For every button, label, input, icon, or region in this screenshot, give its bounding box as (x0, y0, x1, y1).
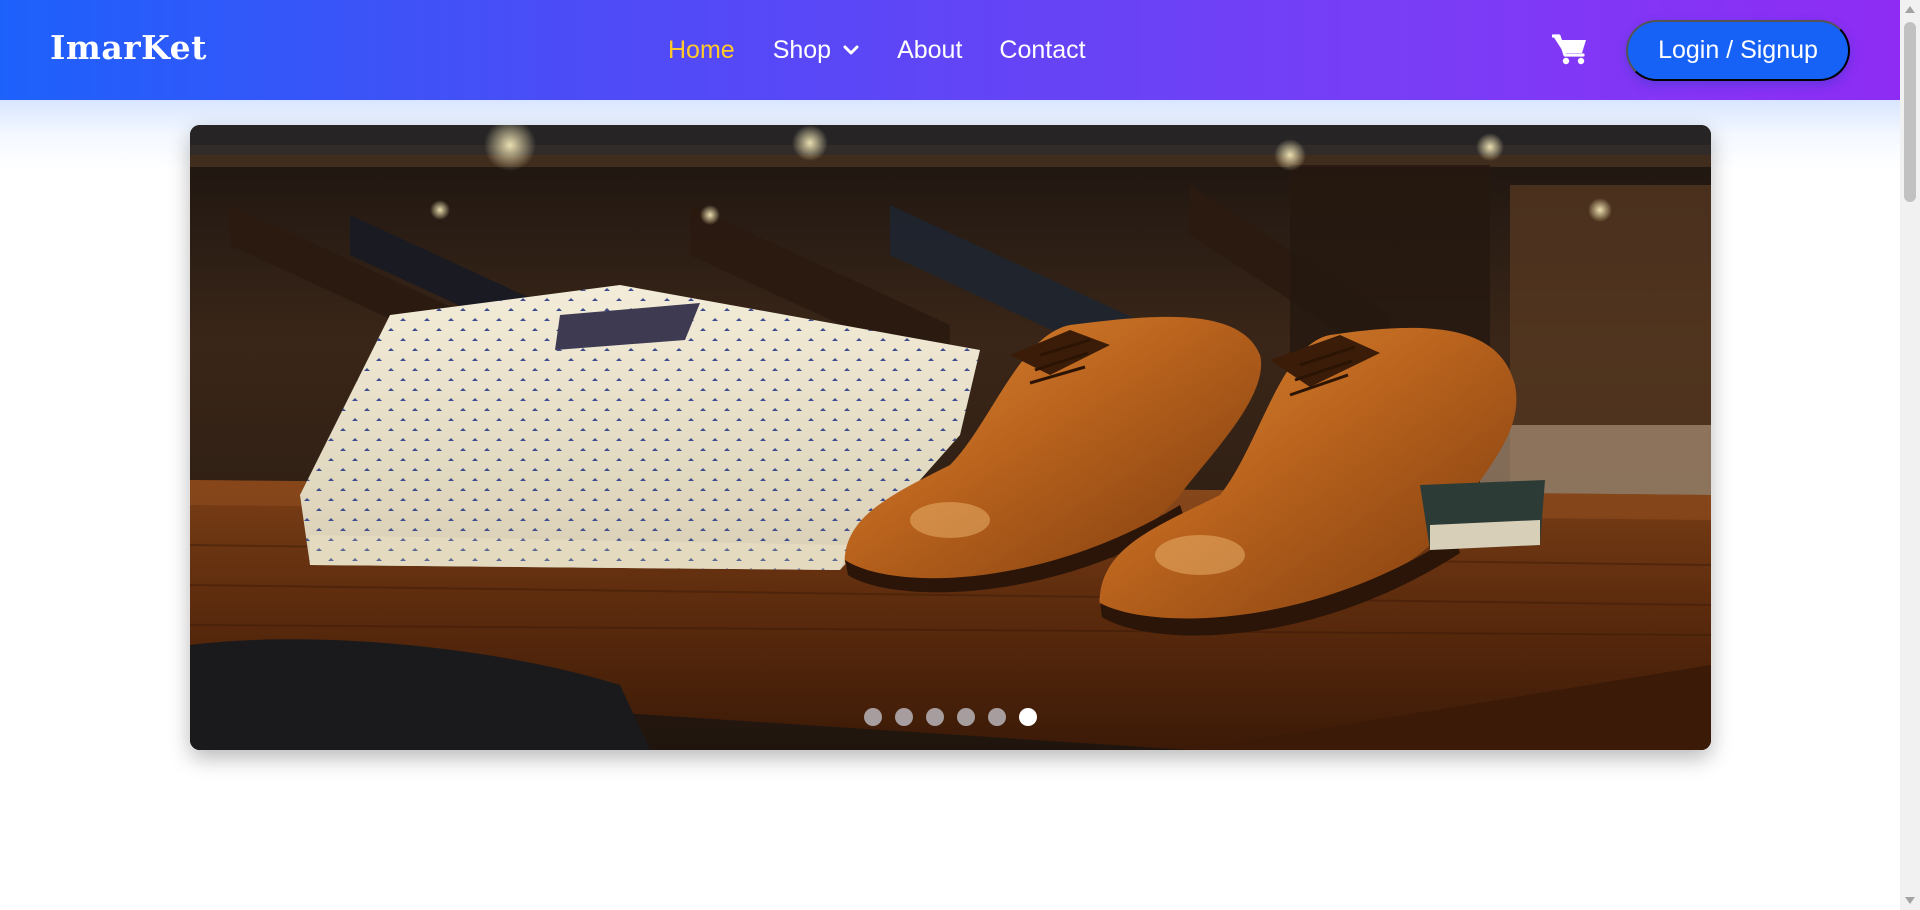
brand-logo[interactable]: ImarKet (50, 28, 207, 67)
navbar: ImarKet Home Shop About Contact Login / … (0, 0, 1900, 100)
nav-link-home[interactable]: Home (668, 36, 735, 65)
carousel-dot-active[interactable] (1019, 708, 1037, 726)
hero-carousel[interactable] (190, 125, 1711, 750)
scroll-thumb[interactable] (1904, 22, 1916, 202)
page: ImarKet Home Shop About Contact Login / … (0, 0, 1920, 910)
carousel-indicators (190, 708, 1711, 726)
carousel-dot[interactable] (864, 708, 882, 726)
carousel-dot[interactable] (988, 708, 1006, 726)
main-nav: Home Shop About Contact (668, 0, 1086, 100)
scroll-up-arrow-icon[interactable] (1905, 6, 1915, 13)
nav-link-shop-label: Shop (772, 35, 832, 64)
scroll-down-arrow-icon[interactable] (1905, 897, 1915, 904)
carousel-dot[interactable] (957, 708, 975, 726)
hero-slide-image (190, 125, 1711, 750)
login-signup-button[interactable]: Login / Signup (1626, 20, 1850, 81)
cart-icon[interactable] (1552, 33, 1588, 65)
nav-link-contact[interactable]: Contact (999, 36, 1085, 65)
chevron-down-icon (843, 45, 859, 55)
carousel-dot[interactable] (926, 708, 944, 726)
vertical-scrollbar[interactable] (1900, 0, 1920, 910)
nav-link-about[interactable]: About (897, 36, 962, 65)
nav-link-shop[interactable]: Shop (773, 36, 859, 65)
carousel-dot[interactable] (895, 708, 913, 726)
